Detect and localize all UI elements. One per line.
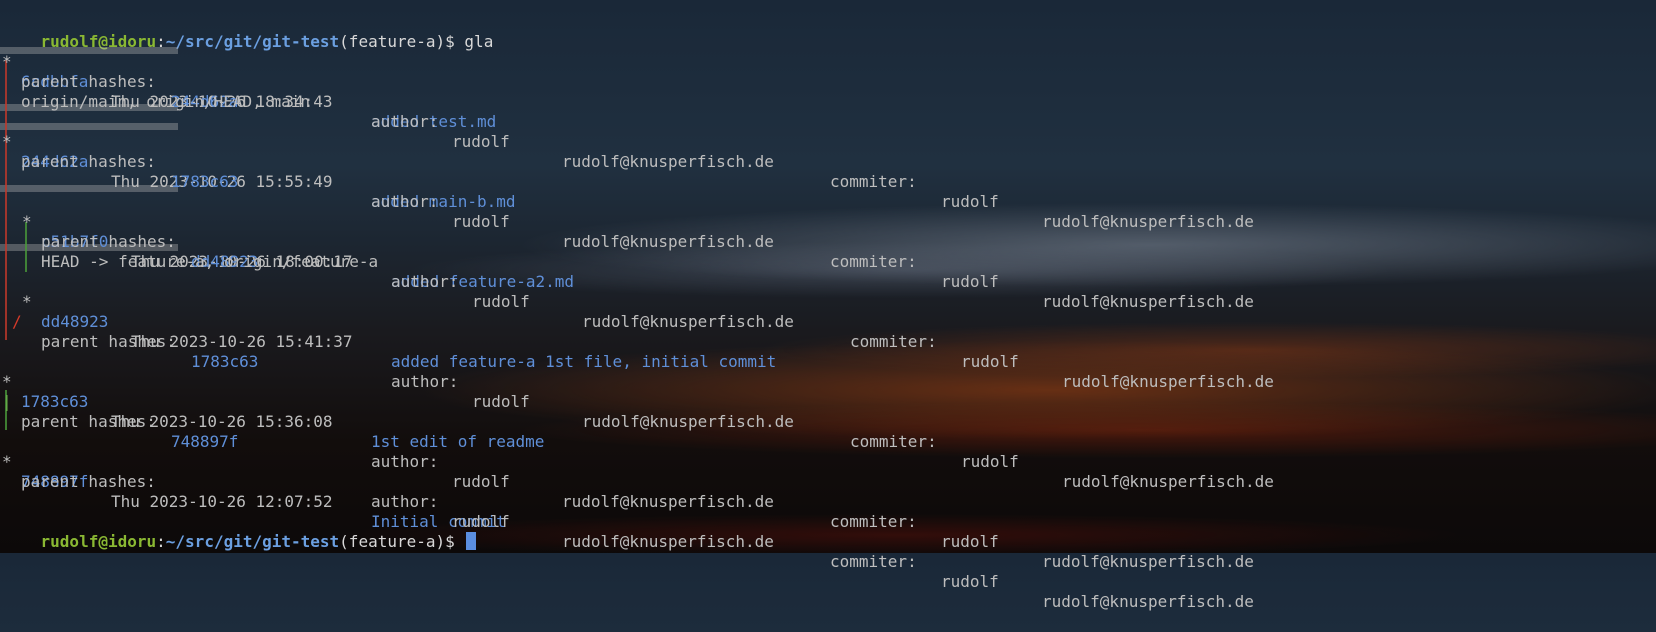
parent-label: parent hashes: (21, 412, 156, 431)
commiter-label: commiter: (830, 552, 917, 571)
author-label: author: (391, 272, 459, 291)
commit-meta-line: parent hashes: dd48923 author: rudolf ru… (2, 212, 1274, 391)
commiter-name: rudolf (941, 532, 999, 551)
commit-meta-line: parent hashes: 1783c63 author: rudolf ru… (2, 132, 1254, 311)
author-email: rudolf@knusperfisch.de (562, 532, 774, 551)
parent-hash: 1783c63 (171, 172, 239, 191)
author-email: rudolf@knusperfisch.de (562, 152, 774, 171)
commiter-label: commiter: (850, 432, 937, 451)
author-name: rudolf (472, 292, 530, 311)
parent-label: parent hashes: (21, 472, 156, 491)
prompt-dollar: $ (445, 32, 455, 51)
commit-meta-line: parent hashes: 244d62a author: rudolf ru… (2, 52, 1254, 231)
prompt-path: ~/src/git/git-test (165, 532, 340, 551)
commit-line: * 748897f Thu 2023-10-26 12:07:52 Initia… (2, 432, 506, 531)
author-name: rudolf (452, 212, 510, 231)
author-email: rudolf@knusperfisch.de (562, 232, 774, 251)
author-name: rudolf (472, 392, 530, 411)
commit-message: added feature-a 1st file, initial commit (391, 352, 777, 371)
author-email: rudolf@knusperfisch.de (582, 412, 794, 431)
commit-refs-line: HEAD -> feature-a, origin/feature-a (2, 232, 378, 271)
commit-refs-line: origin/main, origin/HEAD, main (2, 72, 310, 111)
commit-meta-line: / parent hashes: 1783c63 author: rudolf … (2, 292, 1274, 491)
prompt-path: ~/src/git/git-test (165, 32, 340, 51)
prompt-colon: : (156, 532, 166, 551)
prompt-host: idoru (107, 532, 157, 551)
author-name: rudolf (452, 472, 510, 491)
prompt-branch: (feature-a) (339, 532, 446, 551)
commit-meta-line: | parent hashes: 748897f author: rudolf … (2, 372, 1254, 571)
commiter-email: rudolf@knusperfisch.de (1042, 292, 1254, 311)
graph-merge-slash: / (12, 312, 22, 331)
commiter-label: commiter: (830, 512, 917, 531)
commit-line: * 244d62a Thu 2023-10-26 15:55:49 added … (2, 112, 516, 211)
commit-line: * dd48923 Thu 2023-10-26 15:41:37 added … (2, 272, 776, 371)
commiter-email: rudolf@knusperfisch.de (1042, 552, 1254, 571)
commiter-name: rudolf (941, 272, 999, 291)
parent-hash: 748897f (171, 432, 239, 451)
author-label: author: (371, 112, 439, 131)
commit-message: 1st edit of readme (371, 432, 545, 451)
commit-line: * 6cdbbfa Thu 2023-10-26 18:34:43 added … (2, 32, 496, 131)
command-text: gla (464, 32, 494, 51)
commiter-name: rudolf (961, 452, 1019, 471)
commiter-name: rudolf (941, 572, 999, 591)
parent-label: parent hashes: (21, 72, 156, 91)
author-label: author: (371, 452, 439, 471)
graph-pipe: | (2, 392, 12, 411)
commit-line: * c51b7f0 Thu 2023-10-26 18:00:17 added … (2, 192, 574, 291)
commit-hash: dd48923 (41, 312, 109, 331)
commiter-label: commiter: (830, 252, 917, 271)
command-prompt-line[interactable]: rudolf@idoru:~/src/git/git-test(feature-… (2, 512, 477, 551)
author-label: author: (371, 492, 439, 511)
parent-label: parent hashes: (21, 152, 156, 171)
parent-hash: 1783c63 (191, 352, 259, 371)
commiter-email: rudolf@knusperfisch.de (1042, 212, 1254, 231)
parent-label: parent hashes: (41, 332, 176, 351)
author-email: rudolf@knusperfisch.de (582, 312, 794, 331)
commiter-email: rudolf@knusperfisch.de (1062, 372, 1274, 391)
commiter-label: commiter: (850, 332, 937, 351)
author-name: rudolf (452, 132, 510, 151)
prompt-branch: (feature-a) (339, 32, 446, 51)
prompt-dollar: $ (445, 532, 455, 551)
author-label: author: (371, 192, 439, 211)
prompt-at: @ (98, 532, 108, 551)
commiter-name: rudolf (941, 192, 999, 211)
author-email: rudolf@knusperfisch.de (562, 492, 774, 511)
commit-meta-line: parent hashes: author: rudolf rudolf@knu… (2, 452, 1254, 611)
text-cursor[interactable] (466, 532, 477, 550)
commiter-email: rudolf@knusperfisch.de (1062, 472, 1274, 491)
author-label: author: (391, 372, 459, 391)
commit-line: * 1783c63 Thu 2023-10-26 15:36:08 1st ed… (2, 352, 544, 451)
commiter-label: commiter: (830, 172, 917, 191)
prompt-user: rudolf (40, 532, 99, 551)
commiter-name: rudolf (961, 352, 1019, 371)
terminal-window[interactable]: rudolf@idoru:~/src/git/git-test(feature-… (0, 0, 1656, 611)
parent-label: parent hashes: (41, 232, 176, 251)
commit-refs: HEAD -> feature-a, origin/feature-a (41, 252, 379, 271)
command-prompt-line: rudolf@idoru:~/src/git/git-test(feature-… (2, 12, 494, 51)
commiter-email: rudolf@knusperfisch.de (1042, 592, 1254, 611)
commit-date: Thu 2023-10-26 12:07:52 (111, 492, 333, 511)
commit-refs: origin/main, origin/HEAD, main (21, 92, 310, 111)
